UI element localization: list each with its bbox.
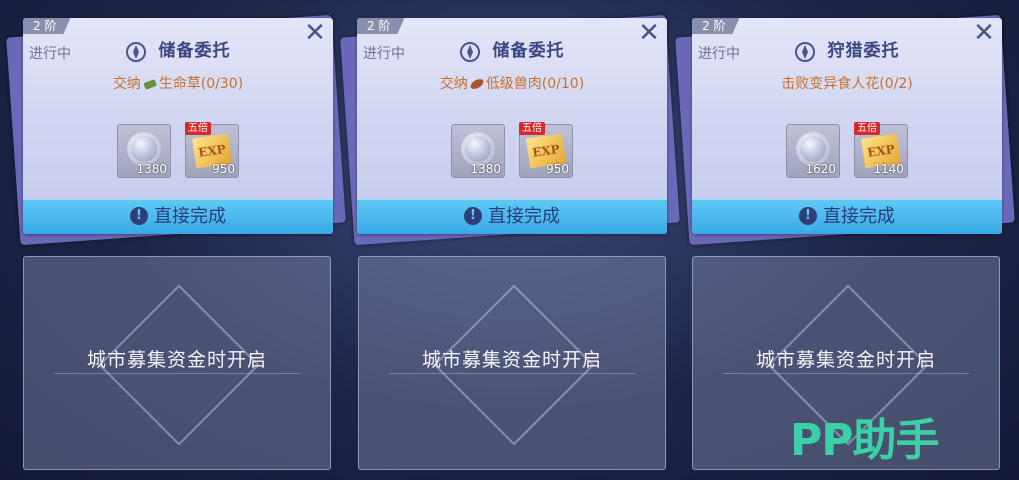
locked-slot-2: 城市募集资金时开启 xyxy=(358,256,666,470)
reward-qty: 950 xyxy=(546,162,569,176)
objective-text: 击败变异食人花(0/2) xyxy=(781,76,913,92)
reward-qty: 1140 xyxy=(873,162,904,176)
reward-qty: 950 xyxy=(212,162,235,176)
reward-exp[interactable]: EXP 五倍 950 xyxy=(519,122,573,178)
locked-slot-label: 城市募集资金时开启 xyxy=(755,349,936,371)
button-label: 直接完成 xyxy=(488,206,560,227)
exclamation-icon: ! xyxy=(799,206,817,225)
reward-list: 1620 EXP 五倍 1140 xyxy=(692,122,1002,178)
multiplier-badge: 五倍 xyxy=(519,122,545,135)
reward-silver[interactable]: 1380 xyxy=(451,124,505,178)
objective-text: 生命草(0/30) xyxy=(158,76,244,92)
instant-complete-button[interactable]: ! 直接完成 xyxy=(23,199,333,234)
quest-objective: 交纳 生命草(0/30) xyxy=(23,73,333,93)
reward-list: 1380 EXP 五倍 950 xyxy=(23,122,333,178)
quest-panel: 2 阶 进行中 狩猎委托 ✕ 击败变异食人花(0/2) 1620 EXP 五倍 … xyxy=(692,18,1002,234)
button-label: 直接完成 xyxy=(823,206,895,227)
tier-badge: 2 阶 xyxy=(23,18,71,34)
reward-silver[interactable]: 1380 xyxy=(117,124,171,178)
objective-prefix: 交纳 xyxy=(439,76,468,92)
reward-exp[interactable]: EXP 五倍 950 xyxy=(185,122,239,178)
commission-emblem-icon xyxy=(795,41,816,62)
herb-bundle-icon xyxy=(143,79,157,90)
divider xyxy=(54,373,300,374)
locked-slot-label: 城市募集资金时开启 xyxy=(421,349,602,371)
divider xyxy=(389,373,635,374)
close-icon[interactable]: ✕ xyxy=(303,20,327,46)
reward-exp[interactable]: EXP 五倍 1140 xyxy=(854,122,908,178)
reward-qty: 1380 xyxy=(470,162,501,176)
meat-icon xyxy=(470,79,484,89)
reward-qty: 1380 xyxy=(136,162,167,176)
commission-emblem-icon xyxy=(126,41,147,62)
exclamation-icon: ! xyxy=(130,206,148,225)
commission-emblem-icon xyxy=(460,41,481,62)
instant-complete-button[interactable]: ! 直接完成 xyxy=(357,199,667,234)
exclamation-icon: ! xyxy=(464,206,482,225)
instant-complete-button[interactable]: ! 直接完成 xyxy=(692,199,1002,234)
multiplier-badge: 五倍 xyxy=(854,122,880,135)
reward-silver[interactable]: 1620 xyxy=(786,124,840,178)
button-label: 直接完成 xyxy=(154,206,226,227)
reward-qty: 1620 xyxy=(805,162,836,176)
tier-badge: 2 阶 xyxy=(357,18,405,34)
multiplier-badge: 五倍 xyxy=(185,122,211,135)
silver-coin-icon xyxy=(127,132,161,166)
close-icon[interactable]: ✕ xyxy=(637,20,661,46)
quest-panel: 2 阶 进行中 储备委托 ✕ 交纳 生命草(0/30) 1380 EXP 五倍 9… xyxy=(23,18,333,234)
silver-coin-icon xyxy=(796,132,830,166)
reward-list: 1380 EXP 五倍 950 xyxy=(357,122,667,178)
locked-slot-1: 城市募集资金时开启 xyxy=(23,256,331,470)
locked-slot-label: 城市募集资金时开启 xyxy=(86,349,267,371)
quest-card-2: 2 阶 进行中 储备委托 ✕ 交纳 低级兽肉(0/10) 1380 EXP 五倍 … xyxy=(340,14,680,246)
quest-title: 储备委托 xyxy=(492,41,565,61)
quest-title: 储备委托 xyxy=(158,41,231,61)
tier-badge: 2 阶 xyxy=(692,18,740,34)
silver-coin-icon xyxy=(461,132,495,166)
quest-panel: 2 阶 进行中 储备委托 ✕ 交纳 低级兽肉(0/10) 1380 EXP 五倍 … xyxy=(357,18,667,234)
quest-objective: 击败变异食人花(0/2) xyxy=(692,73,1002,93)
quest-card-1: 2 阶 进行中 储备委托 ✕ 交纳 生命草(0/30) 1380 EXP 五倍 9… xyxy=(6,14,346,246)
quest-title: 狩猎委托 xyxy=(827,41,900,61)
quest-objective: 交纳 低级兽肉(0/10) xyxy=(357,73,667,93)
divider xyxy=(723,373,969,374)
objective-text: 低级兽肉(0/10) xyxy=(485,76,585,92)
quest-card-3: 2 阶 进行中 狩猎委托 ✕ 击败变异食人花(0/2) 1620 EXP 五倍 … xyxy=(675,14,1015,246)
objective-prefix: 交纳 xyxy=(112,76,141,92)
close-icon[interactable]: ✕ xyxy=(972,20,996,46)
watermark-logo: PP助手 xyxy=(790,415,939,466)
